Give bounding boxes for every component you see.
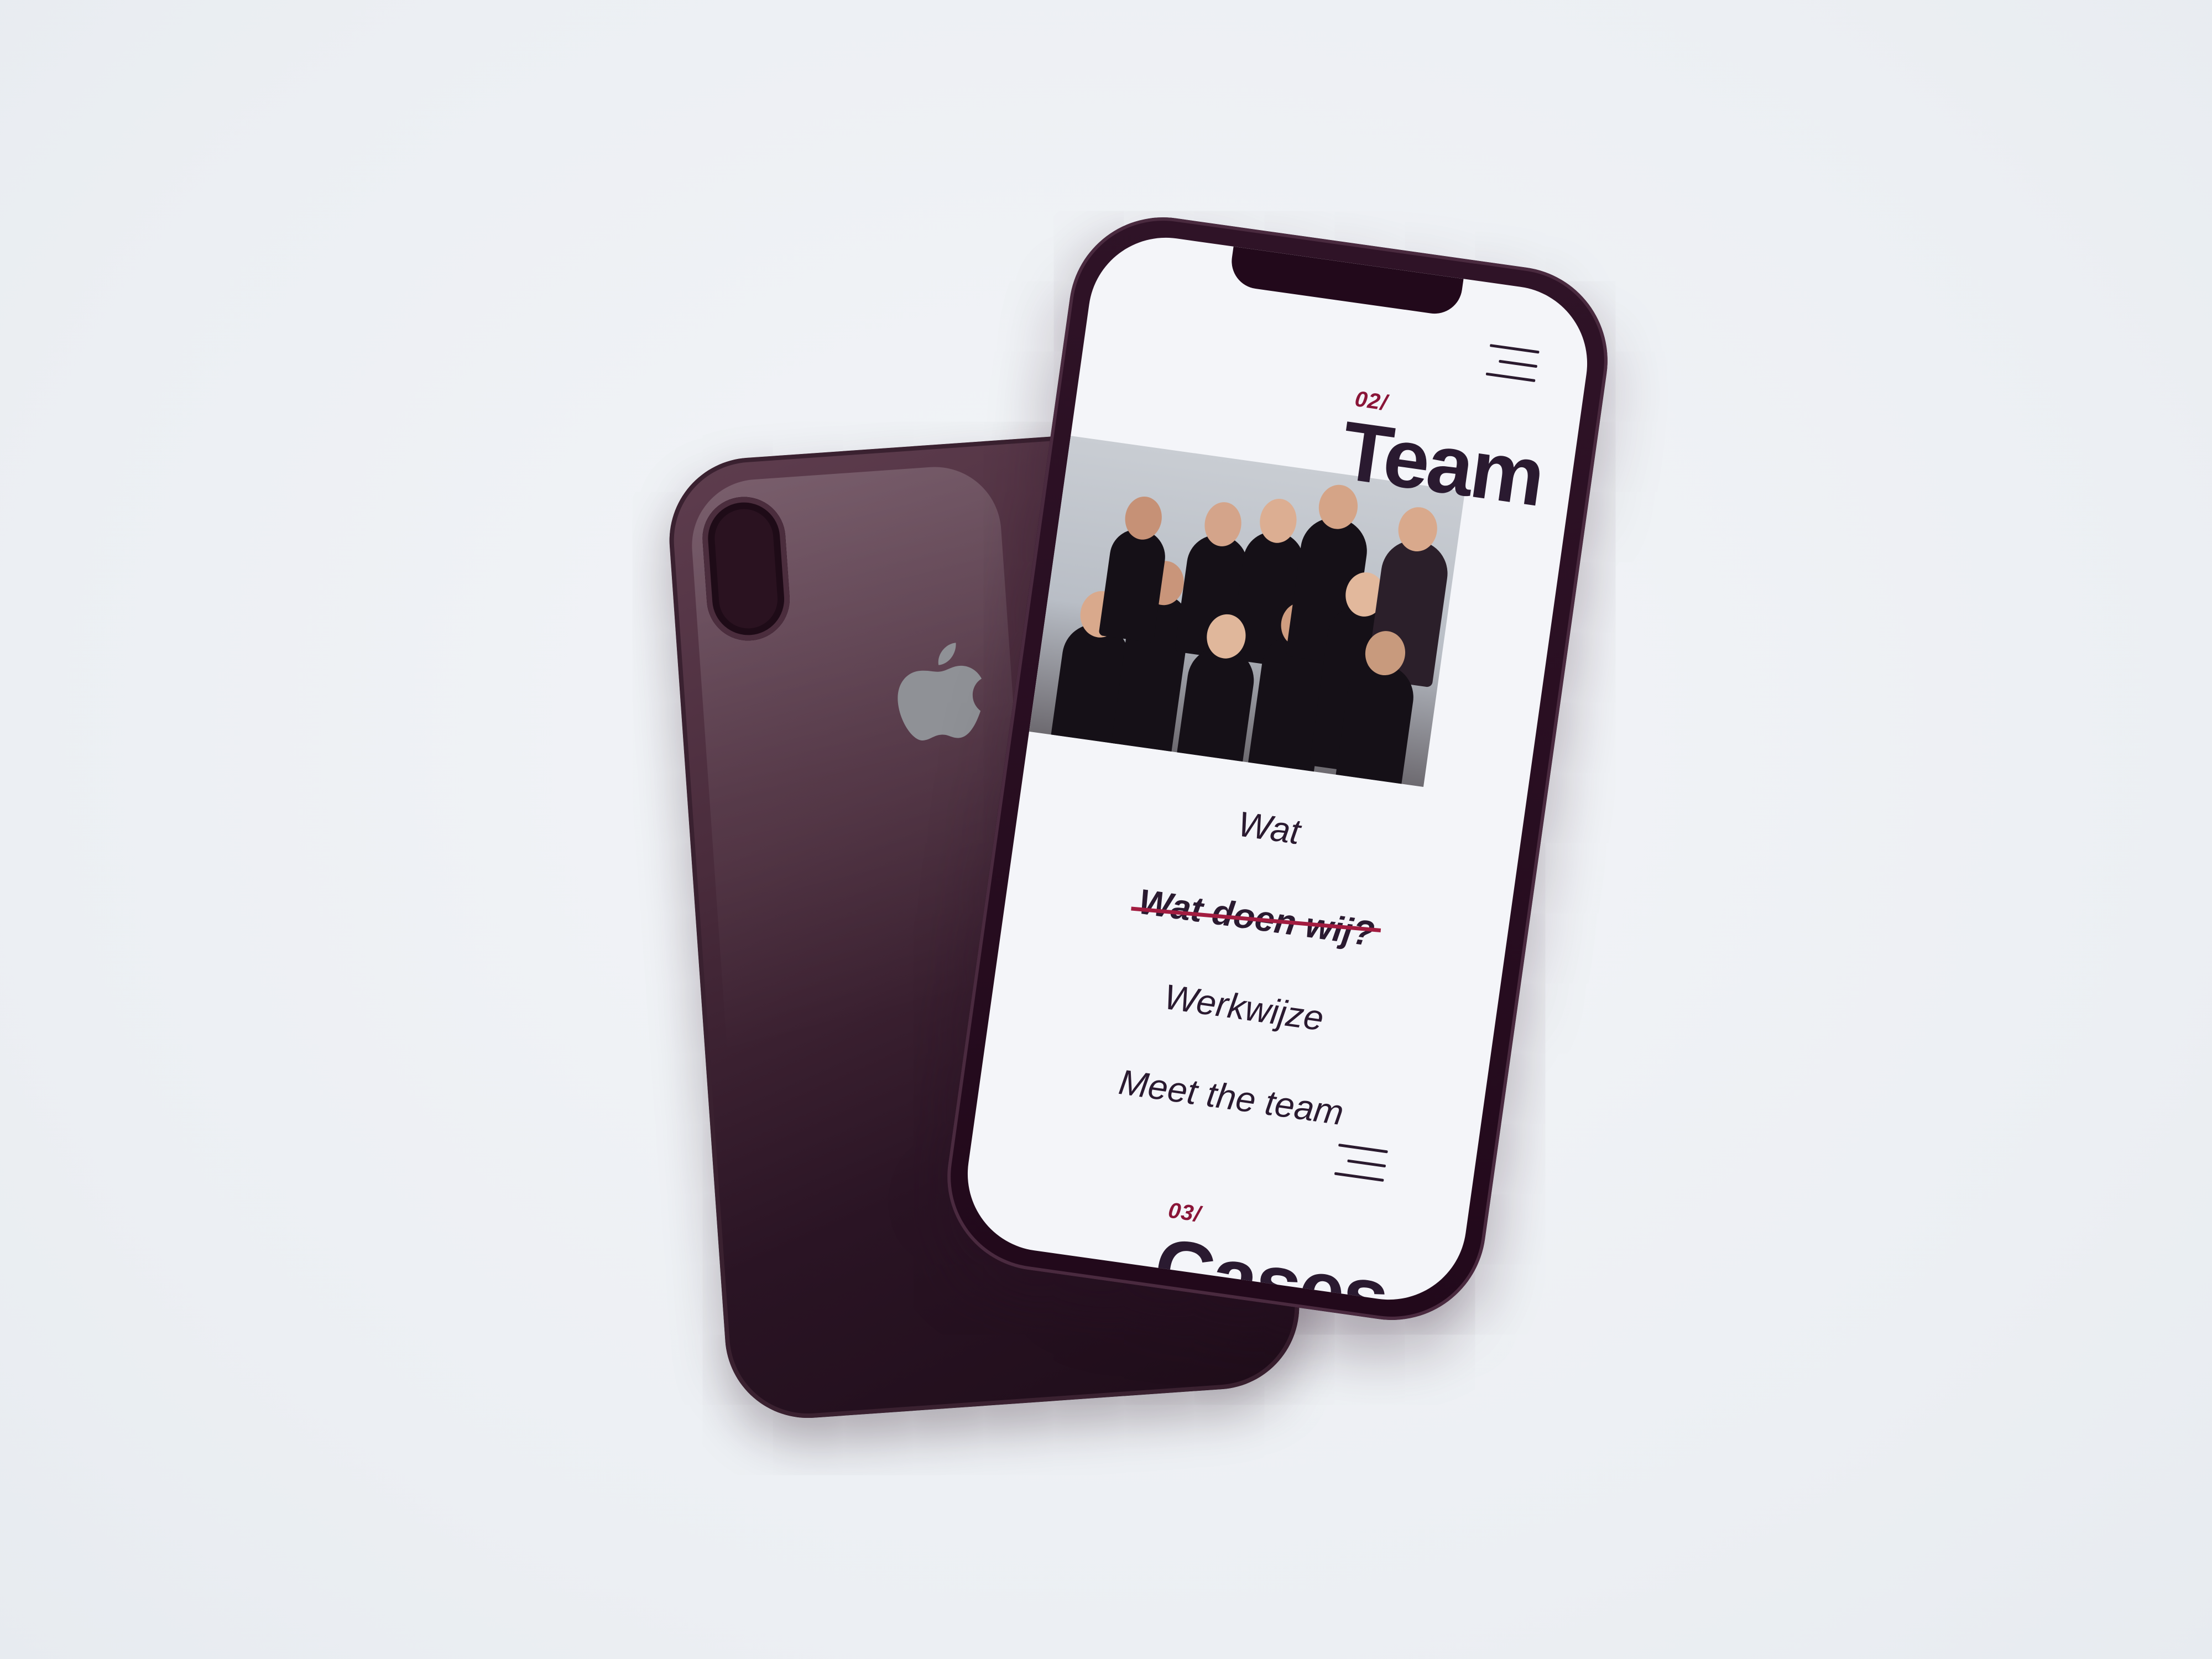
nav-item-label: Werkwijze [1161, 976, 1327, 1039]
nav-item-werkwijze[interactable]: Werkwijze [993, 955, 1495, 1060]
nav-item-meet-the-team[interactable]: Meet the team [980, 1045, 1482, 1150]
phone-screen: 02/ Team Wat Wat doen wij? Werkwijze Mee… [957, 227, 1598, 1310]
nav-item-wat[interactable]: Wat [1018, 775, 1520, 880]
nav-item-label: Meet the team [1116, 1062, 1347, 1133]
nav-item-label: Wat doen wij? [1136, 881, 1377, 954]
phone-notch [1228, 246, 1464, 317]
nav-item-wat-doen-wij[interactable]: Wat doen wij? [1005, 865, 1507, 970]
hamburger-menu-icon[interactable] [1485, 344, 1540, 384]
dual-camera-icon [700, 494, 793, 644]
hamburger-menu-icon[interactable] [1334, 1144, 1388, 1183]
nav-item-label: Wat [1235, 804, 1303, 852]
front-phone: 02/ Team Wat Wat doen wij? Werkwijze Mee… [935, 205, 1620, 1332]
section-nav: Wat Wat doen wij? Werkwijze Meet the tea… [973, 775, 1520, 1204]
apple-logo-icon [898, 643, 982, 740]
mockup-stage: 02/ Team Wat Wat doen wij? Werkwijze Mee… [0, 0, 2212, 1659]
